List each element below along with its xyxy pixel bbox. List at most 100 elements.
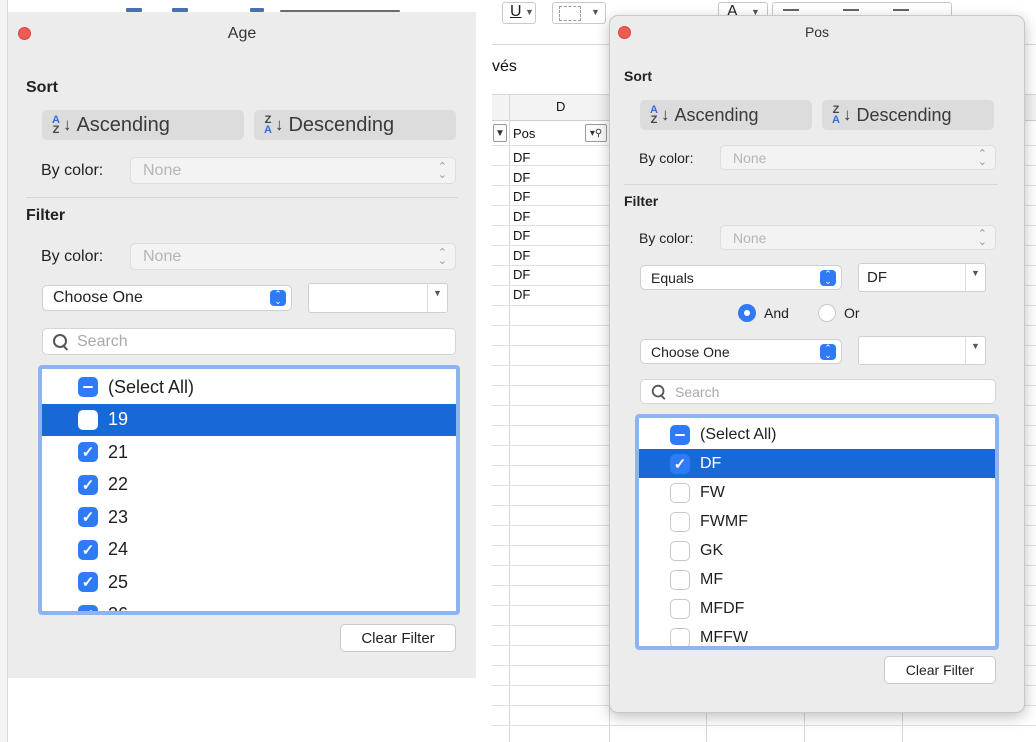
- ascending-button[interactable]: AZ ↓ Ascending: [42, 110, 244, 140]
- list-item[interactable]: ✓ 26: [42, 599, 456, 611]
- sheet-cell: DF: [513, 267, 531, 282]
- sort-by-color-select[interactable]: None ⌃ ⌄: [130, 157, 456, 184]
- clear-filter-button[interactable]: Clear Filter: [340, 624, 456, 652]
- list-item[interactable]: (Select All): [42, 371, 456, 404]
- search-input[interactable]: Search: [42, 328, 456, 355]
- list-item[interactable]: FW: [639, 478, 995, 507]
- checkbox-checked-icon[interactable]: ✓: [78, 507, 98, 528]
- condition-select[interactable]: Choose One ⌃ ⌄: [42, 285, 292, 311]
- checkbox-mixed-icon[interactable]: [78, 377, 98, 398]
- filter-dropdown-icon[interactable]: ▼: [493, 124, 507, 142]
- list-item[interactable]: ✓ DF: [639, 449, 995, 478]
- list-item-label: 25: [108, 571, 129, 592]
- list-item[interactable]: MF: [639, 565, 995, 594]
- checkbox-unchecked-icon[interactable]: [670, 627, 690, 646]
- search-placeholder: Search: [675, 383, 720, 400]
- sheet-cell: DF: [513, 208, 531, 224]
- list-item[interactable]: MFFW: [639, 623, 995, 646]
- filter-by-color-select[interactable]: None ⌃ ⌄: [130, 243, 456, 270]
- or-label: Or: [844, 305, 860, 321]
- filter-by-color-select[interactable]: None ⌃ ⌄: [720, 225, 996, 250]
- search-input[interactable]: Search: [640, 379, 996, 404]
- checkbox-unchecked-icon[interactable]: [670, 511, 690, 532]
- sort-by-color-value: None: [143, 161, 182, 179]
- search-icon: [53, 333, 69, 350]
- list-item[interactable]: (Select All): [639, 420, 995, 449]
- list-item[interactable]: FWMF: [639, 507, 995, 536]
- radio-on-icon: [738, 304, 756, 322]
- checkbox-checked-icon[interactable]: ✓: [670, 453, 690, 474]
- filter-by-color-value: None: [143, 247, 182, 265]
- dropdown-caret-icon[interactable]: ▼: [965, 264, 985, 291]
- borders-button[interactable]: ▼: [552, 2, 606, 24]
- checkbox-unchecked-icon[interactable]: [670, 540, 690, 561]
- name-box-partial: vés: [492, 58, 517, 75]
- stepper-icon: ⌃ ⌄: [270, 290, 286, 306]
- underline-button[interactable]: U ▼: [502, 2, 536, 24]
- list-item[interactable]: GK: [639, 536, 995, 565]
- list-item-label: 23: [108, 506, 129, 527]
- descending-button[interactable]: ZA ↓ Descending: [822, 100, 994, 130]
- arrow-down-icon: ↓: [62, 115, 72, 134]
- values-listbox[interactable]: (Select All) 19 ✓ 21 ✓ 22 ✓ 23 ✓ 24 ✓ 25 ✓ 26: [38, 365, 460, 615]
- dropdown-caret-icon[interactable]: ▼: [965, 337, 985, 364]
- list-item[interactable]: ✓ 21: [42, 436, 456, 469]
- list-item-label: (Select All): [108, 376, 195, 397]
- or-radio[interactable]: Or: [818, 304, 860, 322]
- clear-filter-button[interactable]: Clear Filter: [884, 656, 996, 684]
- close-button[interactable]: [18, 27, 31, 40]
- filter-by-color-label: By color:: [639, 230, 694, 246]
- checkbox-checked-icon[interactable]: ✓: [78, 604, 98, 611]
- values-listbox[interactable]: (Select All) ✓ DF FW FWMF GK MF MFDF MFFW: [635, 414, 999, 650]
- ascending-button[interactable]: AZ ↓ Ascending: [640, 100, 812, 130]
- pos-panel-titlebar: Pos: [610, 16, 1024, 48]
- and-radio[interactable]: And: [738, 304, 789, 322]
- list-item[interactable]: ✓ 25: [42, 566, 456, 599]
- checkbox-checked-icon[interactable]: ✓: [78, 572, 98, 593]
- clear-filter-label: Clear Filter: [905, 662, 975, 678]
- list-item-label: MFFW: [700, 628, 748, 646]
- ascending-label: Ascending: [674, 104, 759, 125]
- list-item[interactable]: MFDF: [639, 594, 995, 623]
- close-button[interactable]: [618, 26, 631, 39]
- arrow-down-icon: ↓: [842, 105, 852, 124]
- checkbox-unchecked-icon[interactable]: [670, 569, 690, 590]
- condition1-select[interactable]: Equals ⌃ ⌄: [640, 265, 842, 290]
- dropdown-caret-icon[interactable]: ▼: [427, 284, 447, 312]
- sort-by-color-select[interactable]: None ⌃ ⌄: [720, 145, 996, 170]
- condition1-value-input[interactable]: DF ▼: [858, 263, 986, 292]
- active-filter-icon[interactable]: ▾⚲: [585, 124, 607, 142]
- list-item[interactable]: 19: [42, 403, 456, 436]
- ribbon-bleed: [100, 0, 440, 12]
- list-item[interactable]: ✓ 23: [42, 501, 456, 534]
- sheet-cell: DF: [513, 247, 531, 263]
- descending-button[interactable]: ZA ↓ Descending: [254, 110, 456, 140]
- condition2-select[interactable]: Choose One ⌃ ⌄: [640, 339, 842, 364]
- ascending-label: Ascending: [76, 113, 170, 136]
- checkbox-unchecked-icon[interactable]: [670, 482, 690, 503]
- sheet-cell: DF: [513, 286, 531, 302]
- list-item[interactable]: ✓ 22: [42, 469, 456, 502]
- checkbox-checked-icon[interactable]: ✓: [78, 539, 98, 560]
- condition2-value-input[interactable]: ▼: [858, 336, 986, 365]
- checkbox-checked-icon[interactable]: ✓: [78, 474, 98, 495]
- checkbox-checked-icon[interactable]: ✓: [78, 442, 98, 463]
- age-filter-panel: Age Sort AZ ↓ Ascending ZA ↓ Descending …: [8, 12, 476, 678]
- checkbox-mixed-icon[interactable]: [670, 424, 690, 445]
- pos-filter-panel: Pos Sort AZ ↓ Ascending ZA ↓ Descending …: [609, 15, 1025, 713]
- checkbox-unchecked-icon[interactable]: [78, 409, 98, 430]
- sort-heading: Sort: [26, 79, 58, 96]
- condition-value-input[interactable]: ▼: [308, 283, 448, 313]
- sheet-cell: DF: [513, 189, 531, 204]
- search-placeholder: Search: [77, 332, 128, 350]
- condition1-value-text: DF: [867, 269, 887, 286]
- list-item-label: 19: [108, 409, 129, 430]
- condition2-value: Choose One: [651, 343, 730, 360]
- list-item[interactable]: ✓ 24: [42, 534, 456, 567]
- sheet-cell: DF: [513, 228, 531, 243]
- list-item-label: FWMF: [700, 512, 748, 530]
- checkbox-unchecked-icon[interactable]: [670, 598, 690, 619]
- filter-heading: Filter: [26, 207, 66, 224]
- updown-icon: ⌃ ⌄: [437, 160, 447, 181]
- panel-title: Pos: [804, 24, 830, 40]
